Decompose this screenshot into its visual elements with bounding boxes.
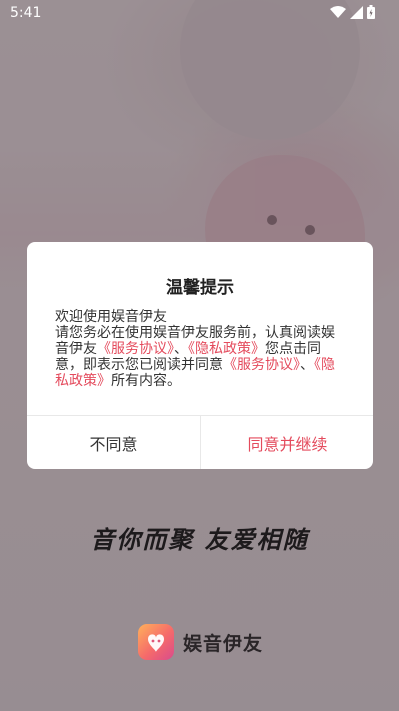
status-time: 5:41 [10, 5, 42, 21]
app-brand: 娱音伊友 [138, 624, 263, 660]
privacy-dialog: 温馨提示 欢迎使用娱音伊友 请您务必在使用娱音伊友服务前，认真阅读娱音伊友《服务… [27, 242, 373, 469]
dialog-welcome-line: 欢迎使用娱音伊友 [55, 309, 167, 325]
dialog-body: 欢迎使用娱音伊友 请您务必在使用娱音伊友服务前，认真阅读娱音伊友《服务协议》、《… [55, 309, 347, 389]
privacy-policy-link[interactable]: 《隐私政策》 [188, 341, 265, 357]
service-agreement-link[interactable]: 《服务协议》 [97, 341, 174, 357]
body-text: 所有内容。 [111, 373, 181, 389]
signal-icon [350, 5, 363, 19]
app-logo-icon [138, 624, 174, 660]
status-bar: 5:41 [0, 0, 399, 28]
decline-button[interactable]: 不同意 [27, 416, 200, 469]
status-icons [330, 5, 375, 19]
splash-slogan: 音你而聚 友爱相随 [90, 526, 309, 554]
accept-continue-button[interactable]: 同意并继续 [201, 416, 373, 469]
service-agreement-link[interactable]: 《服务协议》 [223, 357, 300, 373]
battery-icon [367, 5, 375, 19]
dialog-body-text: 请您务必在使用娱音伊友服务前，认真阅读娱音伊友《服务协议》、《隐私政策》您点击同… [55, 325, 347, 389]
body-separator: 、 [174, 341, 188, 357]
dialog-title: 温馨提示 [166, 278, 234, 298]
body-separator: 、 [300, 357, 314, 373]
wifi-icon [330, 6, 346, 18]
app-name: 娱音伊友 [183, 632, 264, 655]
